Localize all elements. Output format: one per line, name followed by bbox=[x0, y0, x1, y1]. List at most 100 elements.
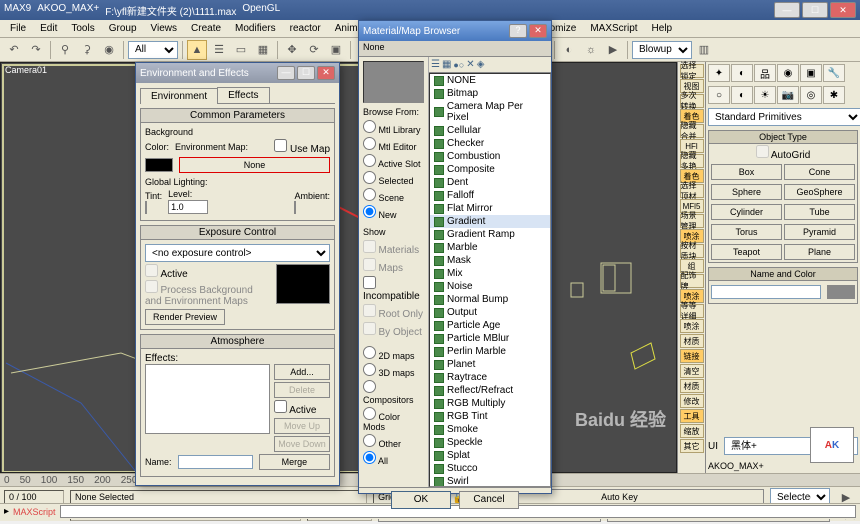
cn-tool-19[interactable]: 链接 bbox=[680, 349, 704, 363]
prim-plane[interactable]: Plane bbox=[784, 244, 855, 260]
mat-item[interactable]: Mix bbox=[430, 267, 550, 280]
mat-item[interactable]: Composite bbox=[430, 163, 550, 176]
level-spinner[interactable] bbox=[168, 200, 208, 214]
merge-button[interactable]: Merge bbox=[259, 454, 330, 470]
menu-file[interactable]: File bbox=[4, 22, 32, 35]
movedown-button[interactable]: Move Down bbox=[274, 436, 330, 452]
filter-all[interactable]: All bbox=[363, 450, 424, 467]
systems-icon[interactable]: ✱ bbox=[823, 86, 845, 104]
show-incompat-check[interactable]: Incompatible bbox=[363, 275, 424, 303]
mat-help-icon[interactable]: ? bbox=[509, 24, 527, 38]
select-region-icon[interactable]: ▭ bbox=[231, 40, 251, 60]
byobject-check[interactable]: By Object bbox=[363, 321, 424, 339]
object-color-swatch[interactable] bbox=[827, 285, 855, 299]
mat-item[interactable]: Bitmap bbox=[430, 87, 550, 100]
mat-item[interactable]: Particle MBlur bbox=[430, 332, 550, 345]
mat-item[interactable]: Marble bbox=[430, 241, 550, 254]
filter-other[interactable]: Other bbox=[363, 433, 424, 450]
process-bg-check[interactable]: Process Background and Environment Maps bbox=[145, 285, 253, 306]
list-view-icon[interactable]: ☰ bbox=[431, 59, 440, 70]
cn-tool-16[interactable]: 等等详细 bbox=[680, 304, 704, 318]
filter-compositors[interactable]: Compositors bbox=[363, 379, 424, 406]
prim-pyramid[interactable]: Pyramid bbox=[784, 224, 855, 240]
mat-item[interactable]: Normal Bump bbox=[430, 293, 550, 306]
mat-item[interactable]: Flat Mirror bbox=[430, 202, 550, 215]
helpers-icon[interactable]: ◎ bbox=[800, 86, 822, 104]
browse-new[interactable]: New bbox=[363, 204, 424, 221]
lights-icon[interactable]: ☀ bbox=[754, 86, 776, 104]
prim-geosphere[interactable]: GeoSphere bbox=[784, 184, 855, 200]
env-map-slot[interactable]: None bbox=[179, 157, 330, 173]
browse-mtl-editor[interactable]: Mtl Editor bbox=[363, 136, 424, 153]
mat-close-icon[interactable]: ✕ bbox=[529, 24, 547, 38]
browse-mtl-library[interactable]: Mtl Library bbox=[363, 119, 424, 136]
effects-list[interactable] bbox=[145, 364, 270, 434]
env-max-icon[interactable]: ☐ bbox=[297, 66, 315, 80]
modify-tab-icon[interactable]: ◐ bbox=[731, 64, 753, 82]
cn-tool-4[interactable]: 隐藏合并 bbox=[680, 124, 704, 138]
render-scene-icon[interactable]: ☼ bbox=[581, 40, 601, 60]
mat-cancel-button[interactable]: Cancel bbox=[459, 491, 519, 509]
exposure-active-check[interactable]: Active bbox=[145, 269, 188, 279]
unlink-icon[interactable]: ⚳ bbox=[77, 40, 97, 60]
select-icon[interactable]: ▲ bbox=[187, 40, 207, 60]
mat-item[interactable]: Smoke bbox=[430, 423, 550, 436]
hierarchy-tab-icon[interactable]: 品 bbox=[754, 64, 776, 82]
atmosphere-title[interactable]: Atmosphere bbox=[141, 335, 334, 349]
filter-2d-maps[interactable]: 2D maps bbox=[363, 345, 424, 362]
move-icon[interactable]: ✥ bbox=[282, 40, 302, 60]
mat-item[interactable]: Checker bbox=[430, 137, 550, 150]
moveup-button[interactable]: Move Up bbox=[274, 418, 330, 434]
menu-group[interactable]: Group bbox=[103, 22, 143, 35]
object-name-field[interactable] bbox=[711, 285, 821, 299]
autogrid-checkbox[interactable]: AutoGrid bbox=[756, 150, 811, 161]
browse-active-slot[interactable]: Active Slot bbox=[363, 153, 424, 170]
selection-filter[interactable]: All bbox=[128, 41, 178, 59]
usemap-checkbox[interactable]: Use Map bbox=[274, 139, 330, 155]
cn-tool-21[interactable]: 材质 bbox=[680, 379, 704, 393]
common-params-title[interactable]: Common Parameters bbox=[141, 109, 334, 123]
prim-box[interactable]: Box bbox=[711, 164, 782, 180]
view-icon[interactable]: ▥ bbox=[694, 40, 714, 60]
primitive-category[interactable]: Standard Primitives bbox=[708, 108, 860, 126]
cn-tool-10[interactable]: 场景管理 bbox=[680, 214, 704, 228]
window-crossing-icon[interactable]: ▦ bbox=[253, 40, 273, 60]
env-close-icon[interactable]: ✕ bbox=[317, 66, 335, 80]
menu-maxscript[interactable]: MAXScript bbox=[584, 22, 643, 35]
cn-tool-24[interactable]: 缩放 bbox=[680, 424, 704, 438]
mat-item[interactable]: Speckle bbox=[430, 436, 550, 449]
mat-item[interactable]: Combustion bbox=[430, 150, 550, 163]
motion-tab-icon[interactable]: ◉ bbox=[777, 64, 799, 82]
cn-tool-17[interactable]: 喷涂 bbox=[680, 319, 704, 333]
menu-reactor[interactable]: reactor bbox=[284, 22, 327, 35]
prim-tube[interactable]: Tube bbox=[784, 204, 855, 220]
cn-tool-20[interactable]: 清空 bbox=[680, 364, 704, 378]
mat-item[interactable]: Raytrace bbox=[430, 371, 550, 384]
mat-item[interactable]: Stucco bbox=[430, 462, 550, 475]
mat-item[interactable]: Reflect/Refract bbox=[430, 384, 550, 397]
mat-item[interactable]: Output bbox=[430, 306, 550, 319]
view-mode-select[interactable]: Blowup bbox=[632, 41, 692, 59]
menu-views[interactable]: Views bbox=[145, 22, 184, 35]
bind-icon[interactable]: ◉ bbox=[99, 40, 119, 60]
material-editor-icon[interactable]: ◐ bbox=[559, 40, 579, 60]
render-icon[interactable]: ▶ bbox=[603, 40, 623, 60]
cn-tool-22[interactable]: 修改 bbox=[680, 394, 704, 408]
exposure-combo[interactable]: <no exposure control> bbox=[145, 244, 330, 262]
delete-effect-button[interactable]: Delete bbox=[274, 382, 330, 398]
mat-item[interactable]: Gradient bbox=[430, 215, 550, 228]
mat-item[interactable]: Noise bbox=[430, 280, 550, 293]
mat-item[interactable]: Particle Age bbox=[430, 319, 550, 332]
material-list[interactable]: NONEBitmapCamera Map Per PixelCellularCh… bbox=[429, 73, 551, 487]
tab-environment[interactable]: Environment bbox=[140, 88, 218, 104]
render-preview-button[interactable]: Render Preview bbox=[145, 309, 225, 325]
prim-cone[interactable]: Cone bbox=[784, 164, 855, 180]
prim-teapot[interactable]: Teapot bbox=[711, 244, 782, 260]
link-icon[interactable]: ⚲ bbox=[55, 40, 75, 60]
shapes-icon[interactable]: ◐ bbox=[731, 86, 753, 104]
env-min-icon[interactable]: — bbox=[277, 66, 295, 80]
menu-tools[interactable]: Tools bbox=[65, 22, 100, 35]
mat-item[interactable]: Splat bbox=[430, 449, 550, 462]
minimize-button[interactable]: — bbox=[774, 2, 800, 18]
filter-color-mods[interactable]: Color Mods bbox=[363, 406, 424, 433]
